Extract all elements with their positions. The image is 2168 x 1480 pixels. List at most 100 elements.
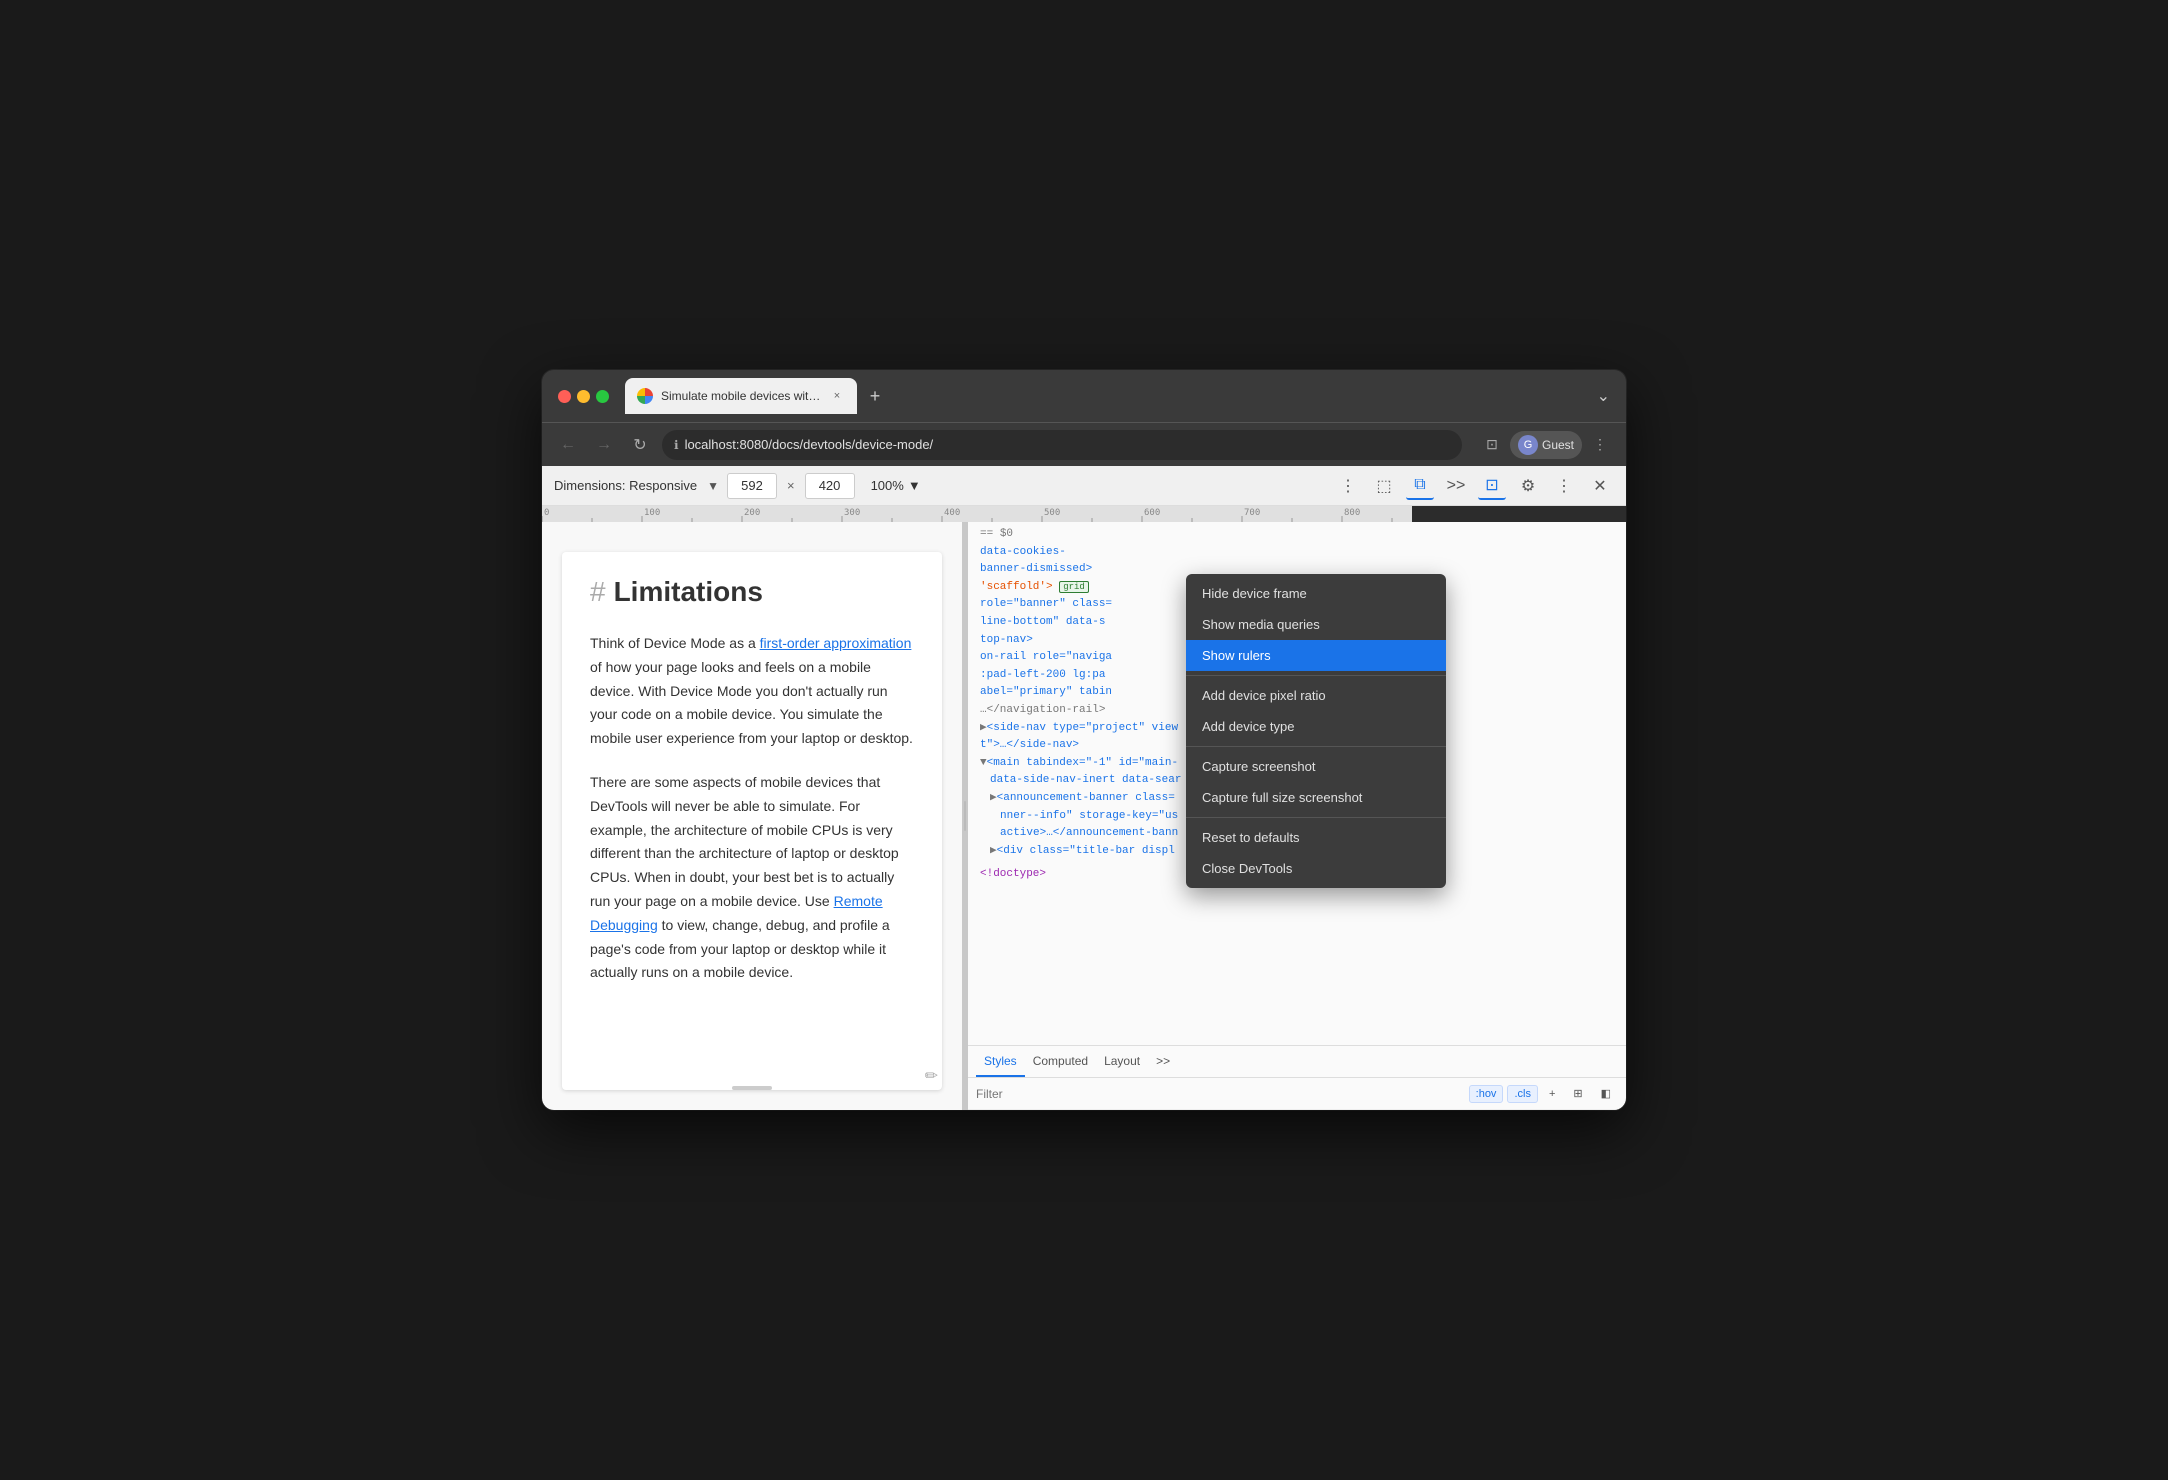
styles-panel: Styles Computed Layout >> :hov: [968, 1045, 1626, 1110]
code-text: data-side-nav-inert data-sear: [990, 774, 1181, 786]
hov-filter-button[interactable]: :hov: [1469, 1085, 1504, 1103]
code-text: banner-dismissed>: [980, 563, 1092, 575]
styles-tab-bar: Styles Computed Layout >>: [968, 1046, 1626, 1078]
svg-text:800: 800: [1344, 508, 1360, 518]
bookmarks-icon[interactable]: ⊡: [1478, 431, 1506, 459]
code-text: 'scaffold'>: [980, 581, 1053, 593]
menu-separator: [1186, 746, 1446, 747]
reload-button[interactable]: ↻: [626, 431, 654, 459]
styles-filter-bar: :hov .cls + ⊞ ◧: [968, 1078, 1626, 1110]
traffic-lights: [558, 390, 609, 403]
forward-button[interactable]: →: [590, 431, 618, 459]
code-dollar-line: == $0: [980, 526, 1614, 544]
svg-text:0: 0: [544, 508, 549, 518]
menu-item-hide-device-frame[interactable]: Hide device frame: [1186, 578, 1446, 609]
height-input[interactable]: [805, 473, 855, 499]
width-input[interactable]: [727, 473, 777, 499]
code-arrow: ▶: [980, 722, 987, 734]
zoom-value: 100%: [871, 478, 904, 493]
url-bar[interactable]: ℹ localhost:8080/docs/devtools/device-mo…: [662, 430, 1462, 460]
code-text: <announcement-banner class=: [997, 792, 1175, 804]
page-title: # Limitations: [590, 576, 914, 608]
para2-before: There are some aspects of mobile devices…: [590, 774, 899, 909]
filter-actions: :hov .cls + ⊞ ◧: [1469, 1084, 1618, 1103]
zoom-arrow: ▼: [908, 478, 921, 493]
tab-styles[interactable]: Styles: [976, 1046, 1025, 1077]
settings-icon[interactable]: ⚙: [1514, 472, 1542, 500]
profile-label: Guest: [1542, 438, 1574, 452]
fullscreen-button[interactable]: [596, 390, 609, 403]
menu-item-reset-to-defaults[interactable]: Reset to defaults: [1186, 822, 1446, 853]
add-style-button[interactable]: +: [1542, 1085, 1562, 1103]
code-text: role="banner" class=: [980, 598, 1112, 610]
device-mode-icon[interactable]: ⧉: [1406, 472, 1434, 500]
paragraph-1: Think of Device Mode as a first-order ap…: [590, 632, 914, 751]
devtools-more-button[interactable]: ⋮: [1550, 472, 1578, 500]
tab-layout[interactable]: Layout: [1096, 1046, 1148, 1077]
svg-text:300: 300: [844, 508, 860, 518]
inspect-icon[interactable]: ⬚: [1370, 472, 1398, 500]
zoom-selector[interactable]: 100% ▼: [863, 474, 929, 497]
tab-more[interactable]: >>: [1148, 1046, 1178, 1077]
equals-label: ==: [980, 528, 1000, 540]
paragraph-2: There are some aspects of mobile devices…: [590, 771, 914, 985]
first-order-link[interactable]: first-order approximation: [760, 635, 912, 651]
menu-item-close-devtools[interactable]: Close DevTools: [1186, 853, 1446, 884]
avatar: G: [1518, 435, 1538, 455]
menu-item-add-device-type[interactable]: Add device type: [1186, 711, 1446, 742]
dimensions-label: Dimensions: Responsive: [554, 478, 697, 493]
tab-favicon: [637, 388, 653, 404]
code-text: :pad-left-200 lg:pa: [980, 669, 1105, 681]
code-text: line-bottom" data-s: [980, 616, 1105, 628]
devtools-close-button[interactable]: ✕: [1586, 472, 1614, 500]
minimize-button[interactable]: [577, 390, 590, 403]
edit-icon[interactable]: ✏: [925, 1066, 938, 1086]
code-text: <main tabindex="-1" id="main-: [987, 757, 1178, 769]
grid-badge: grid: [1059, 581, 1089, 593]
menu-separator: [1186, 675, 1446, 676]
para1-before: Think of Device Mode as a: [590, 635, 760, 651]
tab-close-button[interactable]: ×: [829, 388, 845, 404]
menu-item-capture-full-size-screenshot[interactable]: Capture full size screenshot: [1186, 782, 1446, 813]
code-text: data-cookies-: [980, 546, 1066, 558]
new-tab-button[interactable]: +: [861, 382, 889, 410]
code-arrow: ▶: [990, 845, 997, 857]
page-viewport: # Limitations Think of Device Mode as a …: [542, 522, 962, 1110]
address-bar: ← → ↻ ℹ localhost:8080/docs/devtools/dev…: [542, 422, 1626, 466]
tab-computed[interactable]: Computed: [1025, 1046, 1096, 1077]
window-controls[interactable]: ⌄: [1597, 386, 1610, 406]
code-line-1: data-cookies-: [980, 544, 1614, 562]
toggle-sidebar-icon[interactable]: ◧: [1594, 1084, 1618, 1103]
dimensions-arrow[interactable]: ▼: [707, 479, 719, 493]
browser-actions: ⊡ G Guest ⋮: [1478, 431, 1614, 459]
dollar-label: $0: [1000, 528, 1013, 540]
cls-filter-button[interactable]: .cls: [1507, 1085, 1538, 1103]
browser-window: Simulate mobile devices with D × + ⌄ ← →…: [542, 370, 1626, 1110]
more-panels-button[interactable]: >>: [1442, 472, 1470, 500]
svg-text:700: 700: [1244, 508, 1260, 518]
active-tab[interactable]: Simulate mobile devices with D ×: [625, 378, 857, 414]
styles-filter-input[interactable]: [976, 1087, 1461, 1101]
tab-label: Simulate mobile devices with D: [661, 389, 821, 403]
page-frame: # Limitations Think of Device Mode as a …: [562, 552, 942, 1090]
resize-handle[interactable]: [732, 1086, 772, 1090]
close-button[interactable]: [558, 390, 571, 403]
code-arrow: ▼: [980, 757, 987, 769]
elements-panel-icon[interactable]: ⊡: [1478, 472, 1506, 500]
tab-bar: Simulate mobile devices with D × + ⌄: [625, 378, 1610, 414]
svg-text:500: 500: [1044, 508, 1060, 518]
computed-styles-icon[interactable]: ⊞: [1566, 1084, 1589, 1103]
menu-item-show-rulers[interactable]: Show rulers: [1186, 640, 1446, 671]
menu-item-show-media-queries[interactable]: Show media queries: [1186, 609, 1446, 640]
menu-item-add-device-pixel-ratio[interactable]: Add device pixel ratio: [1186, 680, 1446, 711]
code-text: …</navigation-rail>: [980, 704, 1105, 716]
profile-button[interactable]: G Guest: [1510, 431, 1582, 459]
url-text: localhost:8080/docs/devtools/device-mode…: [685, 437, 934, 452]
menu-item-capture-screenshot[interactable]: Capture screenshot: [1186, 751, 1446, 782]
code-text: <div class="title-bar displ: [997, 845, 1175, 857]
more-options-button[interactable]: ⋮: [1334, 472, 1362, 500]
back-button[interactable]: ←: [554, 431, 582, 459]
chrome-menu-button[interactable]: ⋮: [1586, 431, 1614, 459]
svg-text:200: 200: [744, 508, 760, 518]
times-symbol: ×: [787, 478, 795, 493]
